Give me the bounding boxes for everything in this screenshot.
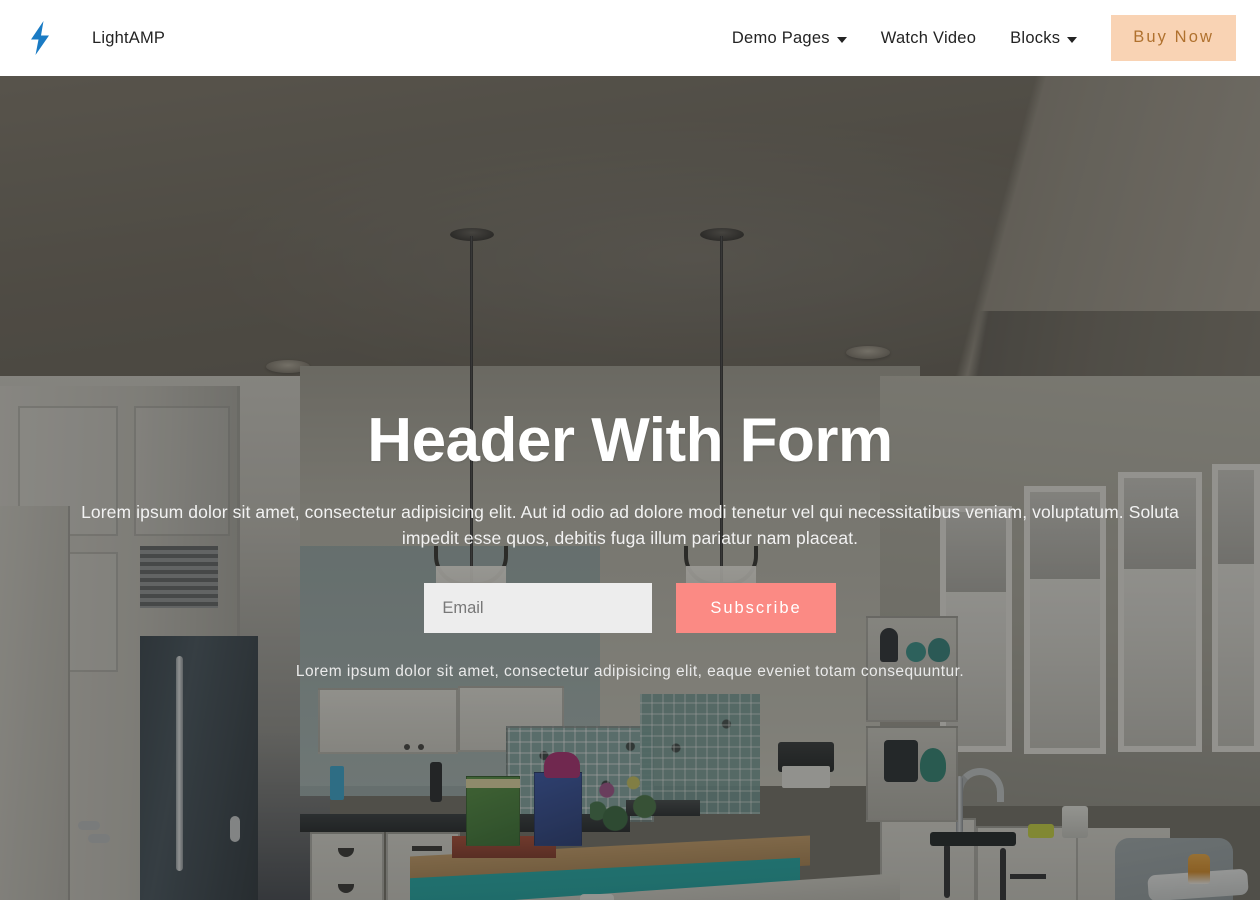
brand-name: LightAMP xyxy=(92,28,166,47)
nav-item-watch-video-label: Watch Video xyxy=(880,28,977,47)
hero-content: Header With Form Lorem ipsum dolor sit a… xyxy=(0,406,1260,681)
main-navbar: LightAMP Demo Pages Watch Video Blocks B… xyxy=(0,0,1260,76)
subscribe-form: Subscribe xyxy=(40,583,1220,634)
chevron-down-icon xyxy=(1067,36,1078,43)
nav-item-demo-pages-label: Demo Pages xyxy=(731,28,830,47)
lightning-bolt-icon xyxy=(24,18,56,58)
hero-note: Lorem ipsum dolor sit amet, consectetur … xyxy=(295,663,965,681)
nav-item-blocks[interactable]: Blocks xyxy=(993,19,1094,58)
email-input[interactable] xyxy=(424,583,653,634)
hero-subtitle: Lorem ipsum dolor sit amet, consectetur … xyxy=(81,501,1179,549)
buy-now-button[interactable]: Buy Now xyxy=(1111,15,1236,61)
brand-logo-link[interactable]: LightAMP xyxy=(18,18,165,58)
nav-item-blocks-label: Blocks xyxy=(1010,28,1061,47)
nav-links: Demo Pages Watch Video Blocks Buy Now xyxy=(715,15,1236,61)
chevron-down-icon xyxy=(836,36,847,43)
nav-item-watch-video[interactable]: Watch Video xyxy=(864,19,993,58)
hero-section: Header With Form Lorem ipsum dolor sit a… xyxy=(0,76,1260,900)
hero-title: Header With Form xyxy=(367,406,893,475)
nav-item-demo-pages[interactable]: Demo Pages xyxy=(715,19,864,58)
subscribe-button[interactable]: Subscribe xyxy=(676,583,836,634)
